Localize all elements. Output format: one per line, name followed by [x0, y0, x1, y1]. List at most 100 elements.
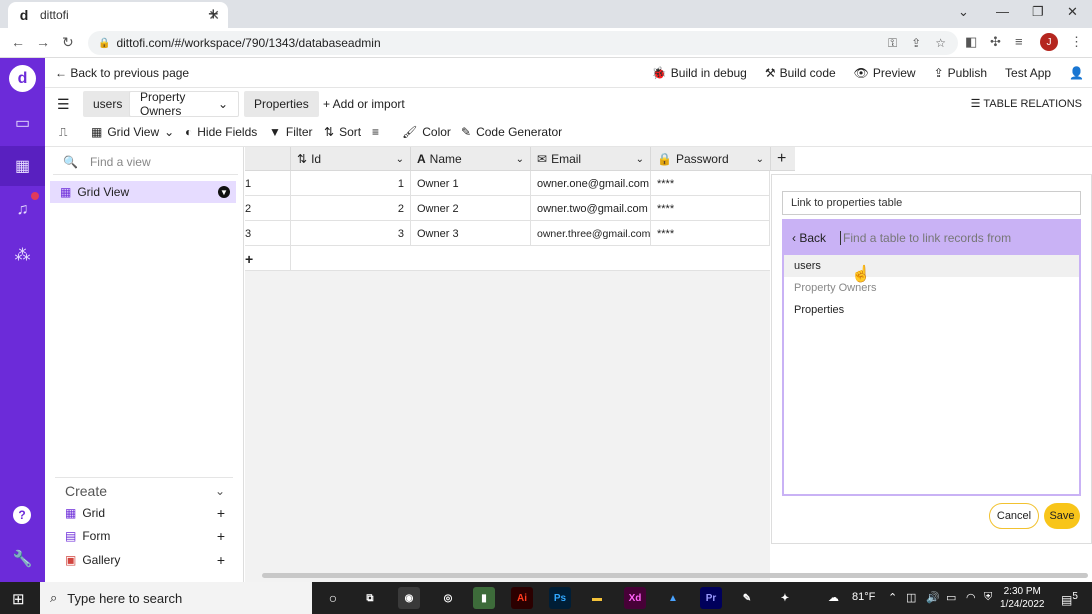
back-arrow-icon[interactable]: ← [11, 34, 25, 50]
key-icon[interactable]: ⚿ [888, 36, 897, 51]
row-height-icon[interactable]: ≡ [372, 125, 379, 139]
horizontal-scrollbar[interactable] [262, 573, 1088, 578]
notification-icon[interactable]: ▤5 [1061, 591, 1078, 607]
add-or-import-button[interactable]: + Add or import [313, 91, 415, 117]
meet-icon[interactable]: ◫ [906, 591, 916, 604]
back-to-previous-page-link[interactable]: ← Back to previous page [55, 66, 189, 80]
temperature-text[interactable]: 81°F [852, 591, 875, 603]
tray-chevron-icon[interactable]: ⌃ [888, 591, 897, 604]
browser-tab[interactable]: d dittofi ✕ [8, 2, 228, 28]
create-gallery-item[interactable]: ▣ Gallery + [65, 550, 233, 570]
table-option-properties[interactable]: Properties [784, 299, 1079, 321]
preview-button[interactable]: 👁 Preview [854, 66, 916, 80]
cell-email[interactable]: owner.one@gmail.com [531, 171, 651, 196]
photoshop-icon[interactable]: Ps [549, 587, 571, 609]
find-table-input[interactable]: Find a table to link records from [840, 231, 1011, 245]
photos-icon[interactable]: ▲ [662, 587, 684, 609]
file-explorer-icon[interactable]: ▬ [586, 587, 608, 609]
plus-icon[interactable]: + [217, 552, 225, 568]
cell-name[interactable]: Owner 2 [411, 196, 531, 221]
cell-name[interactable]: Owner 3 [411, 221, 531, 246]
column-header-id[interactable]: ⇅ Id ⌄ [291, 147, 411, 171]
minimize-icon[interactable]: — [996, 4, 1009, 19]
puzzle-icon[interactable]: ✣ [990, 34, 1001, 50]
media-icon[interactable]: ≡ [1015, 34, 1023, 49]
create-form-item[interactable]: ▤ Form + [65, 526, 233, 546]
user-icon[interactable]: 👤 [1069, 66, 1084, 80]
table-row[interactable]: 3 3 Owner 3 owner.three@gmail.com **** [245, 221, 770, 246]
chevron-down-icon[interactable]: ⌄ [756, 154, 764, 165]
tab-property-owners[interactable]: Property Owners ⌄ [129, 90, 239, 118]
cell-email[interactable]: owner.two@gmail.com [531, 196, 651, 221]
plus-icon[interactable]: + [217, 505, 225, 521]
cell-password[interactable]: **** [651, 221, 770, 246]
chevron-down-icon[interactable]: ⌄ [396, 154, 404, 165]
table-option-users[interactable]: users [784, 255, 1079, 277]
add-row[interactable]: + [245, 246, 770, 271]
cortana-icon[interactable]: ○ [322, 587, 344, 609]
cell-id[interactable]: 2 [291, 196, 411, 221]
adobe-xd-icon[interactable]: Xd [624, 587, 646, 609]
extension-icon[interactable]: ◧ [965, 34, 977, 50]
save-button[interactable]: Save [1044, 503, 1080, 529]
taskbar-clock[interactable]: 2:30 PM 1/24/2022 [1000, 585, 1045, 611]
windows-start-icon[interactable]: ⊞ [12, 590, 25, 608]
reload-icon[interactable]: ↻ [62, 34, 74, 51]
cell-password[interactable]: **** [651, 171, 770, 196]
hamburger-menu-icon[interactable]: ☰ [57, 96, 70, 113]
url-field[interactable]: 🔒 dittofi.com/#/workspace/790/1343/datab… [88, 31, 958, 55]
profile-avatar[interactable]: J [1040, 33, 1058, 51]
toggle-sidebar-icon[interactable]: ⎍ [59, 125, 67, 140]
filter-button[interactable]: ▼ Filter [269, 125, 313, 139]
volume-icon[interactable]: 🔊 [926, 591, 940, 604]
table-row[interactable]: 2 2 Owner 2 owner.two@gmail.com **** [245, 196, 770, 221]
cell-id[interactable]: 1 [291, 171, 411, 196]
settings-wrench-icon[interactable]: 🔧 [0, 539, 45, 579]
sort-button[interactable]: ⇅ Sort [324, 125, 361, 139]
test-app-button[interactable]: Test App [1005, 66, 1051, 80]
wifi-icon[interactable]: ◠ [966, 591, 976, 604]
taskbar-search[interactable]: ⌕ Type here to search [40, 582, 312, 614]
plus-icon[interactable]: + [217, 528, 225, 544]
illustrator-icon[interactable]: Ai [511, 587, 533, 609]
find-view-input[interactable]: 🔍 Find a view [53, 149, 238, 175]
kebab-menu-icon[interactable]: ⋮ [1070, 34, 1083, 50]
code-generator-button[interactable]: ✎ Code Generator [461, 125, 562, 139]
table-option-property-owners[interactable]: Property Owners [784, 277, 1079, 299]
app-bird-icon[interactable]: ✦ [774, 587, 796, 609]
column-header-email[interactable]: ✉ Email ⌄ [531, 147, 651, 171]
dittofi-logo[interactable]: d [9, 65, 36, 92]
security-icon[interactable]: ⛨ [984, 591, 992, 604]
chevron-down-icon[interactable]: ⌄ [516, 154, 524, 165]
chevron-down-icon[interactable]: ⌄ [636, 154, 644, 165]
chrome-icon[interactable]: ◉ [398, 587, 420, 609]
weather-cloud-icon[interactable]: ☁ [828, 591, 839, 604]
obs-icon[interactable]: ◎ [437, 587, 459, 609]
premiere-icon[interactable]: Pr [700, 587, 722, 609]
bookmark-star-icon[interactable]: ☆ [935, 36, 946, 50]
field-name-input[interactable]: Link to properties table [782, 191, 1081, 215]
build-in-debug-button[interactable]: 🐞 Build in debug [652, 66, 747, 80]
cell-id[interactable]: 3 [291, 221, 411, 246]
cancel-button[interactable]: Cancel [989, 503, 1039, 529]
add-row-button[interactable]: + [245, 246, 291, 271]
publish-button[interactable]: ⇪ Publish [934, 66, 987, 80]
table-row[interactable]: 1 1 Owner 1 owner.one@gmail.com **** [245, 171, 770, 196]
share-icon[interactable]: ⇪ [911, 36, 921, 50]
database-icon[interactable]: ▦ [0, 146, 45, 186]
grid-view-dropdown[interactable]: ▦ Grid View ⌄ [91, 125, 174, 139]
close-window-icon[interactable]: ✕ [1067, 4, 1078, 20]
paint-icon[interactable]: ✎ [736, 587, 758, 609]
restore-icon[interactable]: ❐ [1032, 4, 1044, 20]
create-grid-item[interactable]: ▦ Grid + [65, 503, 233, 523]
create-section-header[interactable]: Create ⌄ [55, 477, 233, 503]
tab-search-chevron-icon[interactable]: ⌄ [958, 4, 969, 20]
color-button[interactable]: 🖌 Color [402, 125, 451, 139]
column-header-name[interactable]: A Name ⌄ [411, 147, 531, 171]
table-relations-button[interactable]: ☰ TABLE RELATIONS [971, 97, 1082, 110]
hide-fields-button[interactable]: ◐ Hide Fields [185, 125, 257, 139]
build-code-button[interactable]: ⚒ Build code [765, 66, 836, 80]
view-item-grid-view[interactable]: ▦ Grid View ▼ [50, 181, 236, 203]
tab-properties[interactable]: Properties [244, 91, 319, 117]
app-green-icon[interactable]: ▮ [473, 587, 495, 609]
